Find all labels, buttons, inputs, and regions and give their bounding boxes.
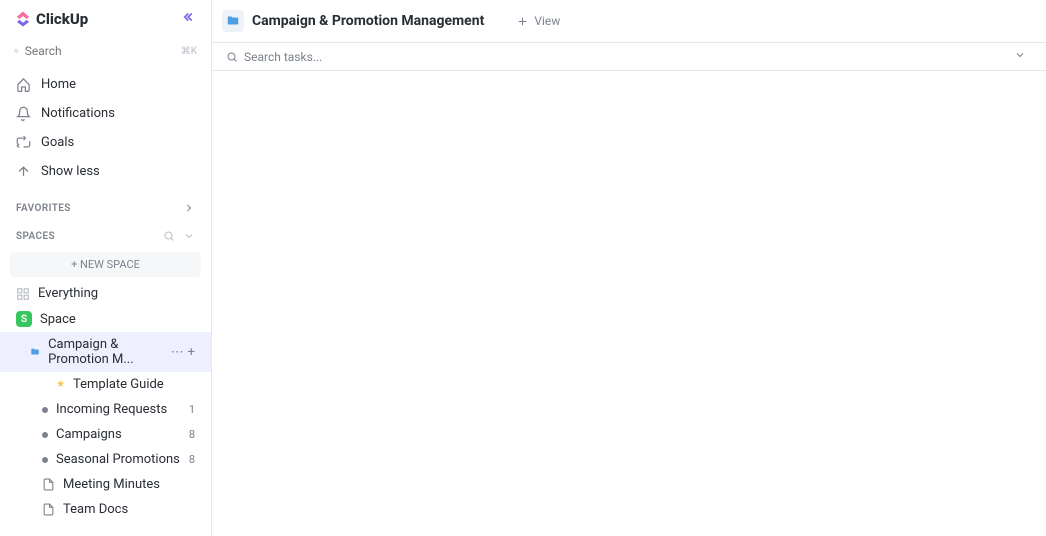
new-space-button[interactable]: + NEW SPACE [10,252,201,277]
nav-icon [16,106,31,121]
chevron-right-icon [183,202,195,214]
breadcrumb-title: Campaign & Promotion Management [252,13,484,29]
favorites-header[interactable]: FAVORITES [0,192,211,220]
sidebar-search-input[interactable] [25,44,181,58]
doc-item[interactable]: Team Docs [0,497,211,522]
nav-show-less[interactable]: Show less [0,157,211,186]
search-kbd-hint: ⌘K [181,46,197,57]
chevron-down-icon[interactable] [1014,49,1032,64]
doc-icon [42,478,55,491]
nav-icon [16,135,31,150]
folder-icon [30,345,40,359]
everything-item[interactable]: Everything [0,281,211,306]
list-dot-icon [42,407,48,413]
folder-more-icon[interactable]: ⋯ [171,345,184,360]
breadcrumb-folder-icon[interactable] [222,10,244,32]
nav-icon [16,164,31,179]
task-search[interactable]: Search tasks... [212,43,1046,71]
folder-item[interactable]: Campaign & Promotion M... ⋯ + [0,332,211,372]
search-icon [14,45,19,57]
chevron-down-icon[interactable] [183,230,195,242]
sidebar-collapse-button[interactable] [183,10,197,28]
nav-goals[interactable]: Goals [0,128,211,157]
list-dot-icon [42,457,48,463]
nav-icon [16,77,31,92]
search-icon[interactable] [163,230,175,242]
doc-item[interactable]: Meeting Minutes [0,472,211,497]
list-item[interactable]: Incoming Requests1 [0,397,211,422]
nav-home[interactable]: Home [0,70,211,99]
space-item[interactable]: S Space [0,306,211,332]
doc-icon [42,503,55,516]
list-item[interactable]: ★Template Guide [0,372,211,397]
list-area [212,71,1046,536]
list-dot-icon [42,432,48,438]
search-icon [226,51,238,63]
brand-logo[interactable]: ClickUp [14,10,88,28]
nav-notifications[interactable]: Notifications [0,99,211,128]
sidebar-search[interactable]: ⌘K [0,38,211,64]
plus-icon [516,15,529,28]
add-view-button[interactable]: View [506,6,570,36]
main: Campaign & Promotion Management View Sea… [212,0,1046,536]
grid-icon [16,287,30,301]
space-avatar: S [16,311,32,327]
folder-add-icon[interactable]: + [188,345,195,360]
list-item[interactable]: Campaigns8 [0,422,211,447]
toolbar: Campaign & Promotion Management View [212,0,1046,43]
list-dot-icon [42,382,48,388]
sidebar: ClickUp ⌘K HomeNotificationsGoalsShow le… [0,0,212,536]
spaces-header[interactable]: SPACES [0,220,211,248]
task-search-placeholder: Search tasks... [244,50,322,64]
list-item[interactable]: Seasonal Promotions8 [0,447,211,472]
